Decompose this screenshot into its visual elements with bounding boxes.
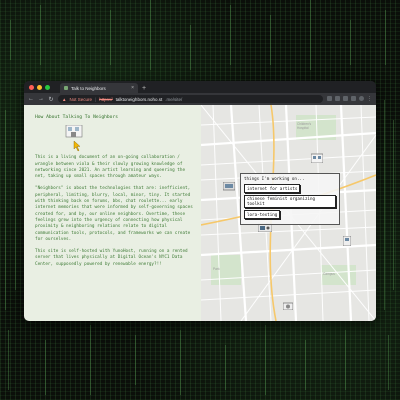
reload-icon[interactable]: ↻ xyxy=(48,96,54,103)
new-tab-button[interactable]: + xyxy=(142,85,146,92)
intro-panel: How About Talking To Neighbors This is a… xyxy=(24,105,201,321)
forward-arrow-icon[interactable]: → xyxy=(38,96,44,102)
url-path: .me/site/ xyxy=(165,96,183,102)
toolbar-icons: ⋮ xyxy=(327,96,372,102)
url-host: talktoneighbors.noho.st xyxy=(115,96,163,102)
browser-tab[interactable]: Talk to Neighbors × xyxy=(60,83,138,93)
satellite-dish-icon xyxy=(282,302,294,311)
project-link-feminist-toolkit[interactable]: chinese feminist organizing toolkit xyxy=(244,194,336,209)
svg-text:Hospital: Hospital xyxy=(297,126,309,130)
house-marker-icon xyxy=(310,153,324,164)
intro-paragraph-3: This site is self-hosted with YunoHost, … xyxy=(35,249,188,267)
window-controls xyxy=(24,85,50,93)
building-marker-icon xyxy=(342,235,352,247)
pixel-house-illustration xyxy=(65,124,83,155)
tab-title: Talk to Neighbors xyxy=(71,85,106,91)
popup-title: things I'm working on... xyxy=(244,176,305,181)
neighborhood-map[interactable]: Children's Hospital Park Campus things I… xyxy=(201,105,376,321)
svg-text:Campus: Campus xyxy=(323,272,335,276)
close-window-button[interactable] xyxy=(29,85,34,90)
extension-icon-2[interactable] xyxy=(343,96,348,101)
map-marker-computer[interactable] xyxy=(222,177,236,196)
title-bar: Talk to Neighbors × + xyxy=(24,81,376,93)
intro-paragraph-1: This is a living document of an on-going… xyxy=(35,155,186,180)
bookmark-icon[interactable] xyxy=(327,96,332,101)
browser-menu-icon[interactable]: ⋮ xyxy=(367,96,372,102)
intro-paragraph-2: "Neighbors" is about the technologies th… xyxy=(35,186,193,242)
minimize-window-button[interactable] xyxy=(37,85,42,90)
page-content: How About Talking To Neighbors This is a… xyxy=(24,105,376,321)
profile-avatar-icon[interactable] xyxy=(359,96,364,101)
address-bar[interactable]: ▲ Not Secure | https://talktoneighbors.n… xyxy=(58,95,323,103)
warning-icon[interactable]: ▲ xyxy=(62,97,66,102)
browser-window: Talk to Neighbors × + ← → ↻ ▲ Not Secure… xyxy=(24,81,376,321)
project-link-lora-texting[interactable]: lora-texting xyxy=(244,210,281,219)
map-marker-dish[interactable] xyxy=(282,295,294,314)
computer-marker-icon xyxy=(222,181,236,191)
maximize-window-button[interactable] xyxy=(45,85,50,90)
svg-text:Park: Park xyxy=(213,267,220,271)
tab-close-icon[interactable]: × xyxy=(131,85,134,91)
page-title: How About Talking To Neighbors xyxy=(35,115,118,120)
extension-icon[interactable] xyxy=(335,96,340,101)
project-link-internet-for-artists[interactable]: internet for artists xyxy=(244,184,301,193)
projects-popup[interactable]: things I'm working on... internet for ar… xyxy=(240,173,340,225)
url-scheme: https:// xyxy=(99,96,113,102)
map-marker-building[interactable] xyxy=(342,231,352,250)
back-arrow-icon[interactable]: ← xyxy=(28,96,34,102)
extensions-puzzle-icon[interactable] xyxy=(351,96,356,101)
map-marker-house[interactable] xyxy=(310,148,324,167)
house-cursor-icon xyxy=(65,124,83,152)
browser-toolbar: ← → ↻ ▲ Not Secure | https://talktoneigh… xyxy=(24,93,376,105)
favicon-icon xyxy=(64,86,68,90)
security-label[interactable]: Not Secure xyxy=(69,97,92,102)
address-divider: | xyxy=(94,96,97,102)
